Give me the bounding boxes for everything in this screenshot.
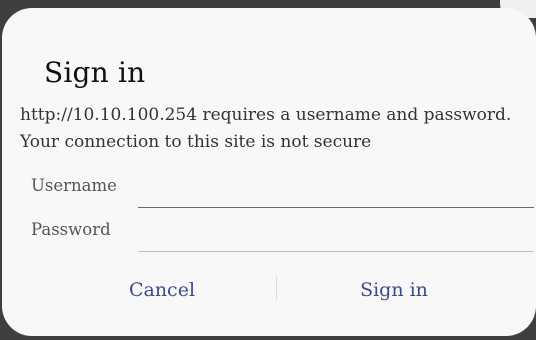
sign-in-dialog: Sign in http://10.10.100.254 requires a … [2, 8, 536, 336]
username-input[interactable] [138, 172, 534, 208]
dialog-actions: Cancel Sign in [2, 266, 536, 314]
dialog-title: Sign in [44, 56, 146, 89]
cancel-button[interactable]: Cancel [62, 266, 262, 314]
sign-in-button[interactable]: Sign in [294, 266, 494, 314]
password-input[interactable] [138, 216, 534, 252]
screen-backdrop: Sign in http://10.10.100.254 requires a … [0, 0, 536, 340]
button-divider [276, 276, 277, 300]
password-label: Password [31, 220, 111, 239]
username-label: Username [31, 176, 117, 195]
dialog-message: http://10.10.100.254 requires a username… [20, 105, 512, 152]
